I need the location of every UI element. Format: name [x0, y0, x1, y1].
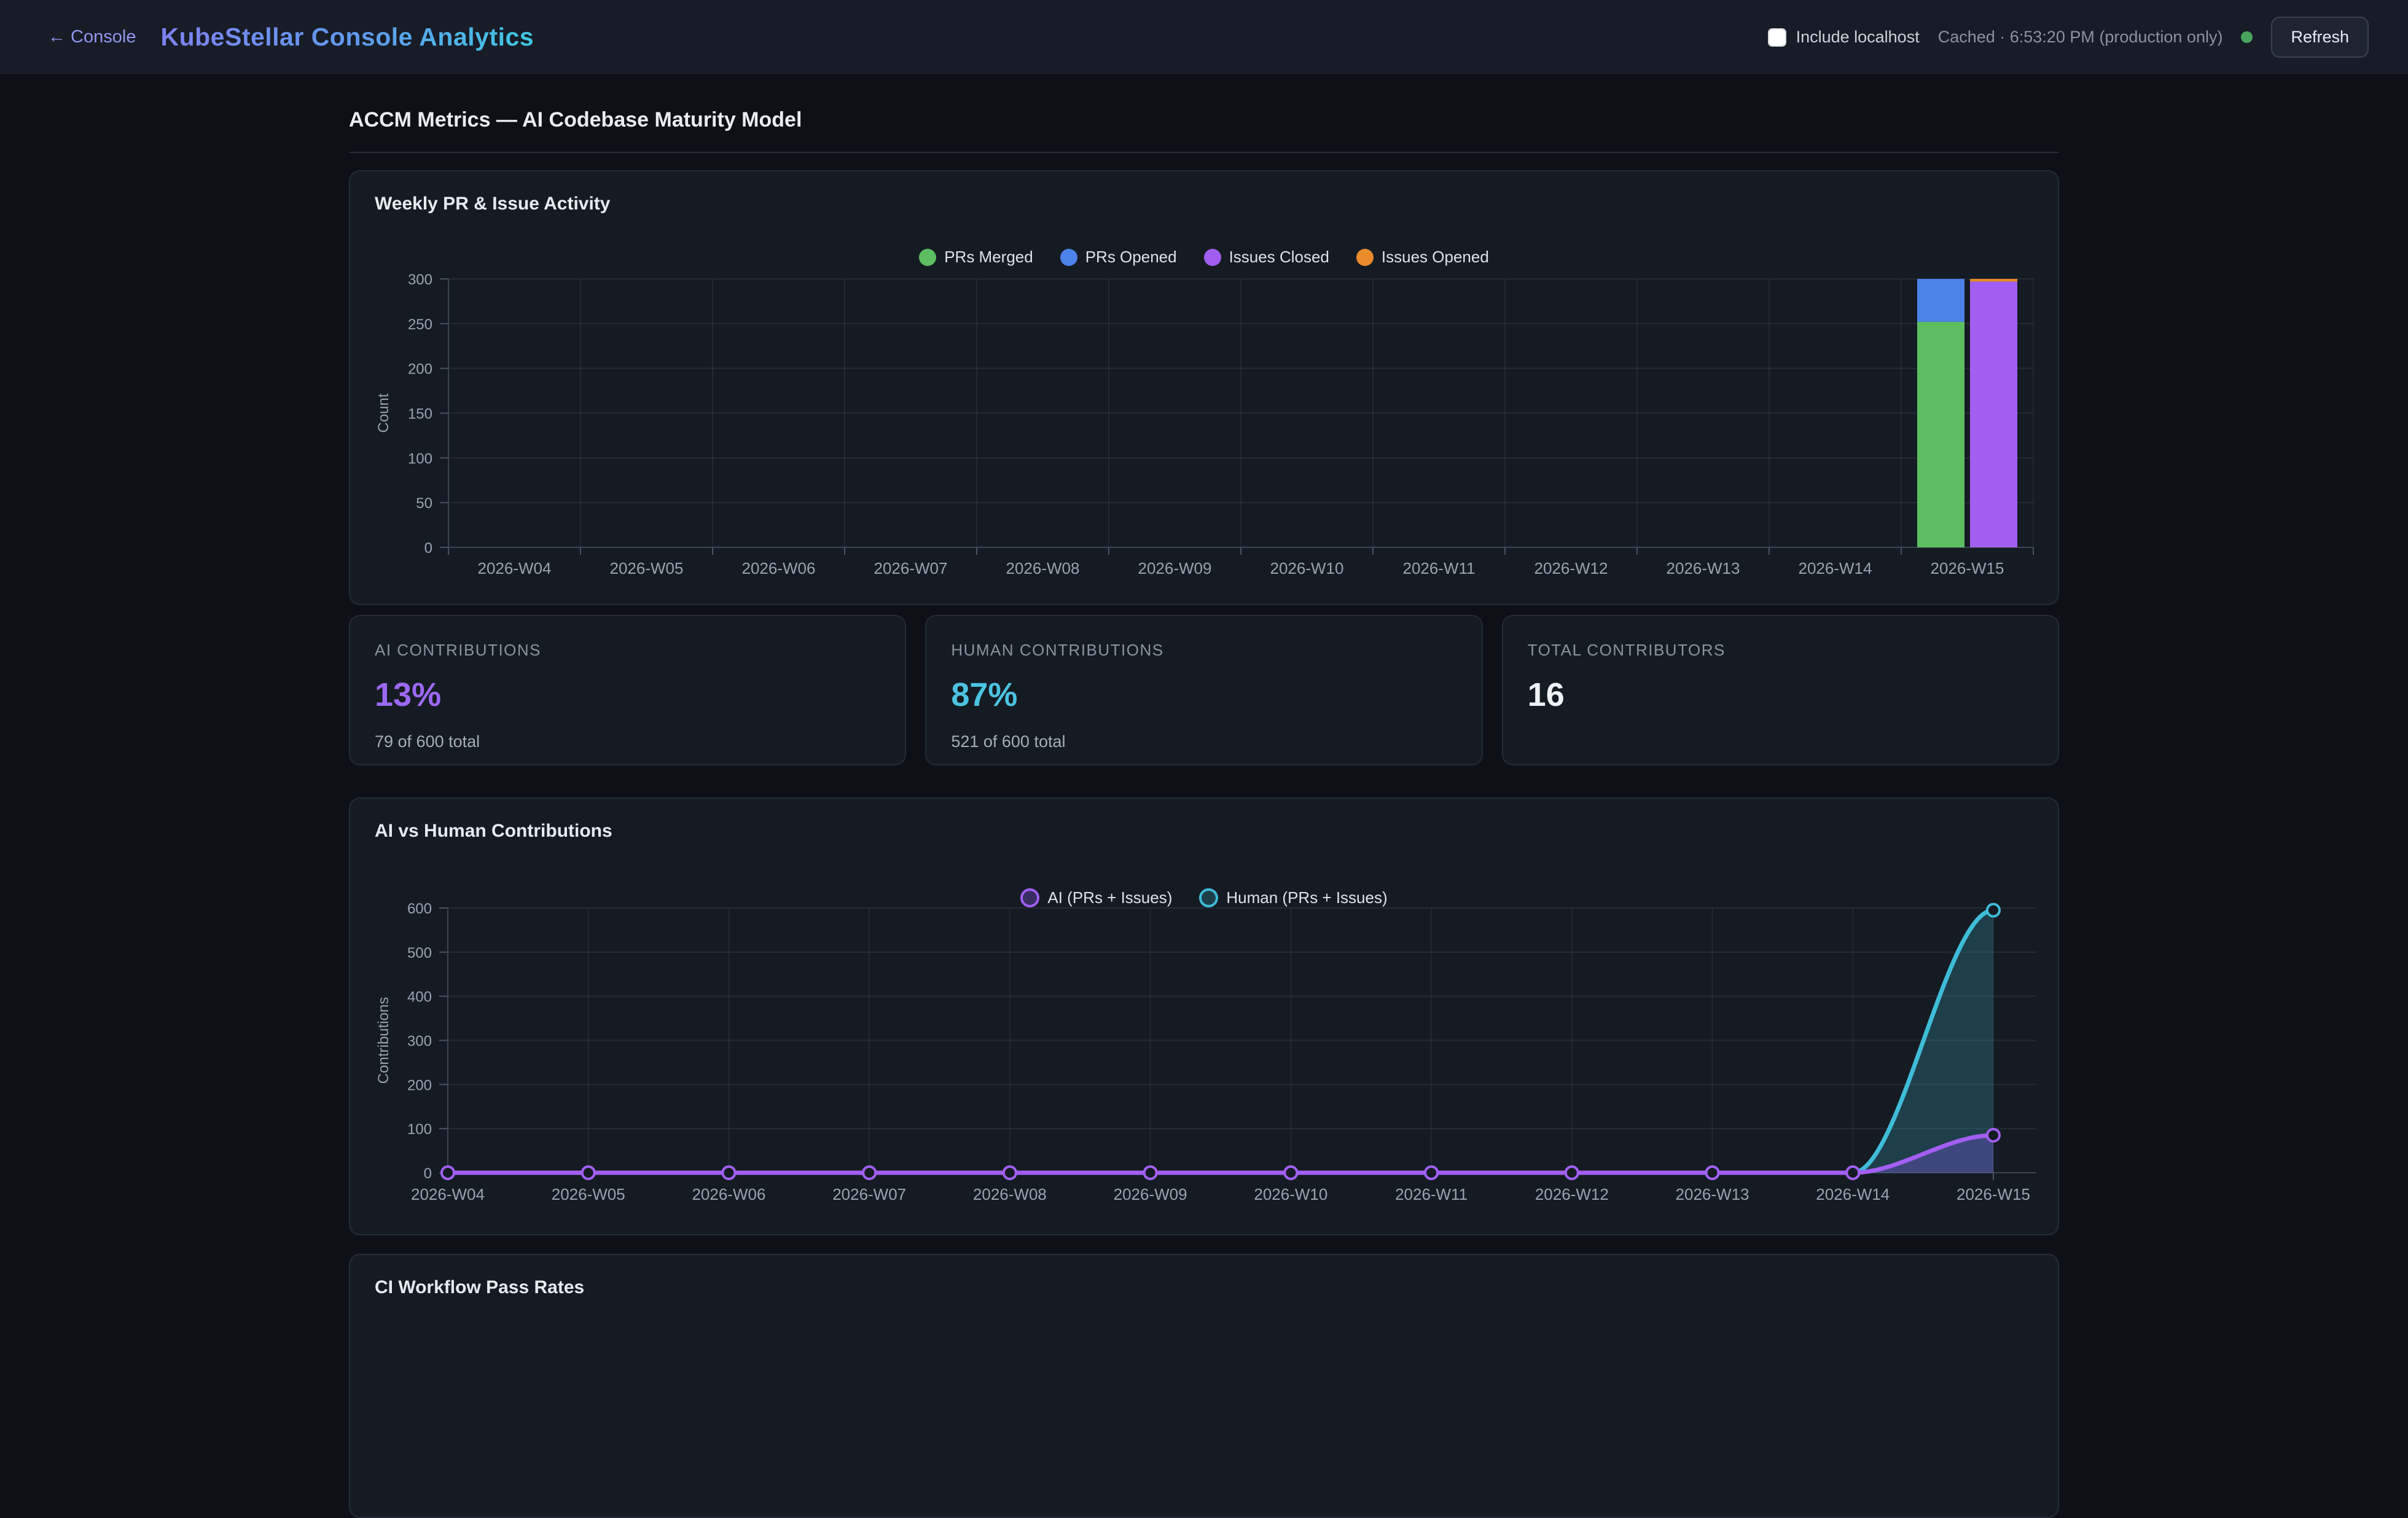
back-to-console-link[interactable]: ← Console	[48, 27, 136, 47]
svg-text:2026-W15: 2026-W15	[1957, 1185, 2030, 1203]
legend-marker	[919, 249, 936, 266]
legend-label: AI (PRs + Issues)	[1047, 888, 1172, 907]
svg-text:300: 300	[408, 272, 432, 288]
legend-marker	[1199, 888, 1218, 907]
stat-subtext: 521 of 600 total	[951, 732, 1456, 751]
svg-text:2026-W06: 2026-W06	[692, 1185, 765, 1203]
stat-card-ai-contributions: AI CONTRIBUTIONS 13% 79 of 600 total	[349, 615, 906, 765]
ai-vs-human-chart: 0100200300400500600Contributions2026-W04…	[350, 799, 2060, 1237]
svg-text:500: 500	[407, 945, 432, 961]
stat-value: 87%	[951, 676, 1456, 714]
svg-text:2026-W13: 2026-W13	[1676, 1185, 1749, 1203]
ai-vs-human-legend: AI (PRs + Issues) Human (PRs + Issues)	[350, 888, 2058, 907]
legend-label: Issues Closed	[1229, 248, 1329, 267]
weekly-activity-legend: PRs Merged PRs Opened Issues Closed Issues …	[350, 248, 2058, 267]
svg-text:2026-W07: 2026-W07	[832, 1185, 906, 1203]
svg-text:2026-W14: 2026-W14	[1799, 559, 1872, 577]
include-localhost-label: Include localhost	[1796, 28, 1920, 47]
svg-text:2026-W10: 2026-W10	[1254, 1185, 1327, 1203]
svg-text:0: 0	[424, 1165, 432, 1182]
ci-pass-rates-title: CI Workflow Pass Rates	[375, 1277, 584, 1298]
svg-text:0: 0	[424, 540, 432, 557]
svg-text:400: 400	[407, 989, 432, 1006]
svg-text:2026-W06: 2026-W06	[742, 559, 816, 577]
legend-marker	[1020, 888, 1039, 907]
legend-item[interactable]: AI (PRs + Issues)	[1020, 888, 1172, 907]
stat-label: HUMAN CONTRIBUTIONS	[951, 641, 1456, 660]
app-header: ← Console KubeStellar Console Analytics …	[0, 0, 2408, 75]
svg-text:2026-W14: 2026-W14	[1816, 1185, 1890, 1203]
refresh-button[interactable]: Refresh	[2271, 17, 2369, 58]
include-localhost-checkbox[interactable]	[1768, 28, 1786, 47]
svg-text:2026-W09: 2026-W09	[1114, 1185, 1187, 1203]
svg-text:2026-W12: 2026-W12	[1534, 559, 1608, 577]
svg-text:2026-W11: 2026-W11	[1402, 559, 1475, 577]
legend-label: PRs Opened	[1085, 248, 1177, 267]
header-right: Include localhost Cached · 6:53:20 PM (p…	[1768, 17, 2369, 58]
section-divider	[349, 152, 2059, 153]
legend-item[interactable]: PRs Opened	[1060, 248, 1177, 267]
main-content: ACCM Metrics — AI Codebase Maturity Mode…	[349, 75, 2059, 1518]
svg-text:2026-W08: 2026-W08	[1006, 559, 1080, 577]
ci-pass-rates-card: CI Workflow Pass Rates	[349, 1254, 2059, 1518]
legend-item[interactable]: Issues Opened	[1356, 248, 1489, 267]
svg-text:2026-W15: 2026-W15	[1931, 559, 2004, 577]
svg-text:Contributions: Contributions	[375, 997, 392, 1084]
ai-vs-human-card: AI vs Human Contributions AI (PRs + Issu…	[349, 797, 2059, 1235]
stat-card-total-contributors: TOTAL CONTRIBUTORS 16	[1502, 615, 2059, 765]
header-left: ← Console KubeStellar Console Analytics	[48, 23, 534, 52]
svg-text:2026-W04: 2026-W04	[411, 1185, 485, 1203]
svg-text:2026-W11: 2026-W11	[1395, 1185, 1468, 1203]
legend-marker	[1204, 249, 1221, 266]
legend-label: PRs Merged	[944, 248, 1033, 267]
legend-label: Human (PRs + Issues)	[1226, 888, 1387, 907]
legend-marker	[1356, 249, 1374, 266]
stat-value: 13%	[375, 676, 880, 714]
legend-label: Issues Opened	[1382, 248, 1489, 267]
svg-text:2026-W09: 2026-W09	[1138, 559, 1212, 577]
svg-text:2026-W04: 2026-W04	[478, 559, 552, 577]
svg-text:50: 50	[416, 495, 432, 512]
cache-status-text: Cached · 6:53:20 PM (production only)	[1938, 28, 2223, 47]
svg-text:150: 150	[408, 406, 432, 423]
legend-item[interactable]: Human (PRs + Issues)	[1199, 888, 1387, 907]
stats-row: AI CONTRIBUTIONS 13% 79 of 600 total HUM…	[349, 615, 2059, 765]
svg-text:200: 200	[408, 361, 432, 378]
legend-item[interactable]: PRs Merged	[919, 248, 1033, 267]
svg-text:300: 300	[407, 1033, 432, 1050]
svg-text:250: 250	[408, 316, 432, 333]
weekly-activity-card: Weekly PR & Issue Activity PRs MergedPRs…	[349, 170, 2059, 605]
legend-marker	[1060, 249, 1077, 266]
svg-text:100: 100	[407, 1121, 432, 1138]
stat-value: 16	[1528, 676, 2033, 714]
svg-text:200: 200	[407, 1077, 432, 1094]
weekly-activity-chart: 0 50 100 150 200 250 300 Count 2026-W04 2026-W05 2…	[350, 171, 2060, 606]
stat-label: TOTAL CONTRIBUTORS	[1528, 641, 2033, 660]
stat-card-human-contributions: HUMAN CONTRIBUTIONS 87% 521 of 600 total	[925, 615, 1482, 765]
svg-text:100: 100	[408, 450, 432, 467]
svg-text:2026-W13: 2026-W13	[1667, 559, 1740, 577]
app-title: KubeStellar Console Analytics	[160, 23, 534, 52]
svg-text:2026-W12: 2026-W12	[1535, 1185, 1609, 1203]
stat-subtext: 79 of 600 total	[375, 732, 880, 751]
svg-text:2026-W08: 2026-W08	[973, 1185, 1047, 1203]
stat-label: AI CONTRIBUTIONS	[375, 641, 880, 660]
legend-item[interactable]: Issues Closed	[1204, 248, 1329, 267]
svg-text:2026-W05: 2026-W05	[610, 559, 684, 577]
svg-text:2026-W07: 2026-W07	[874, 559, 948, 577]
svg-text:2026-W10: 2026-W10	[1270, 559, 1344, 577]
svg-text:2026-W05: 2026-W05	[552, 1185, 625, 1203]
svg-text:Count: Count	[375, 393, 392, 432]
status-dot	[2241, 31, 2253, 43]
include-localhost-toggle[interactable]: Include localhost	[1768, 28, 1920, 47]
stat-subtext	[1528, 732, 2033, 749]
section-title: ACCM Metrics — AI Codebase Maturity Mode…	[349, 108, 2059, 132]
